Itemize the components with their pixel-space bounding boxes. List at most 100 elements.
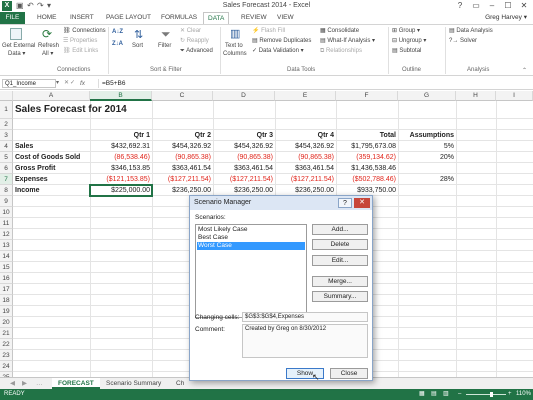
assumption-cell[interactable]: 20% (398, 152, 456, 163)
table-cell[interactable]: (86,538.46) (90, 152, 152, 163)
enter-icon[interactable]: ✓ (70, 78, 75, 89)
normal-view-icon[interactable]: ▦ (419, 389, 425, 400)
subtotal-button[interactable]: ▤ Subtotal (392, 47, 421, 55)
more-sheets-icon[interactable]: … (30, 378, 49, 389)
dialog-close-button[interactable]: ✕ (354, 198, 370, 208)
ribbon-display-icon[interactable]: ▭ (468, 0, 484, 12)
consolidate-button[interactable]: ▦ Consolidate (320, 27, 359, 35)
header-qtr2[interactable]: Qtr 2 (152, 130, 213, 141)
row-header[interactable]: 7 (0, 174, 13, 185)
minimize-icon[interactable]: – (484, 0, 500, 12)
row-label[interactable]: Sales (15, 141, 33, 152)
formula-input[interactable]: =B5+B6 (98, 79, 528, 88)
data-analysis-button[interactable]: ▤ Data Analysis (449, 27, 493, 35)
table-cell[interactable]: $346,153.85 (90, 163, 152, 174)
row-header[interactable]: 20 (0, 317, 13, 328)
collapse-ribbon-icon[interactable]: ⌃ (522, 67, 527, 74)
row-header[interactable]: 15 (0, 262, 13, 273)
summary-button[interactable]: Summary... (312, 291, 368, 302)
zoom-slider-thumb[interactable] (490, 392, 493, 397)
row-header[interactable]: 3 (0, 130, 13, 141)
sheet-tab-scenario-summary[interactable]: Scenario Summary (100, 378, 167, 389)
add-scenario-button[interactable]: Add... (312, 224, 368, 235)
column-header-d[interactable]: D (213, 91, 275, 101)
active-cell-selection[interactable] (89, 184, 153, 197)
assumption-cell[interactable] (398, 185, 456, 196)
column-header-i[interactable]: I (496, 91, 533, 101)
refresh-all-button[interactable]: Refresh (38, 42, 59, 50)
row-header[interactable]: 16 (0, 273, 13, 284)
header-qtr1[interactable]: Qtr 1 (90, 130, 152, 141)
table-cell[interactable]: $454,326.92 (213, 141, 275, 152)
sort-button[interactable]: Sort (132, 42, 143, 50)
scenario-item-most-likely[interactable]: Most Likely Case (197, 226, 305, 234)
remove-duplicates-button[interactable]: ▤ Remove Duplicates (252, 37, 311, 45)
table-cell[interactable]: $1,436,538.46 (336, 163, 398, 174)
table-cell[interactable]: $454,326.92 (275, 141, 336, 152)
tab-view[interactable]: VIEW (273, 12, 298, 24)
column-header-a[interactable]: A (13, 91, 90, 101)
user-account[interactable]: Greg Harvey ▾ (485, 12, 527, 24)
row-label[interactable]: Expenses (15, 174, 48, 185)
column-header-e[interactable]: E (275, 91, 336, 101)
clear-button[interactable]: ✕ Clear (180, 27, 201, 35)
row-header[interactable]: 17 (0, 284, 13, 295)
row-label[interactable]: Income (15, 185, 40, 196)
page-break-view-icon[interactable]: ▥ (443, 389, 449, 400)
header-qtr3[interactable]: Qtr 3 (213, 130, 275, 141)
column-header-f[interactable]: F (336, 91, 398, 101)
edit-links-button[interactable]: ⛓ Edit Links (63, 47, 98, 55)
close-button[interactable]: Close (330, 368, 368, 379)
table-cell[interactable]: $363,461.54 (275, 163, 336, 174)
column-header-g[interactable]: G (398, 91, 456, 101)
dialog-help-button[interactable]: ? (338, 198, 352, 208)
row-header[interactable]: 18 (0, 295, 13, 306)
row-header[interactable]: 6 (0, 163, 13, 174)
table-cell[interactable]: (359,134.62) (336, 152, 398, 163)
header-qtr4[interactable]: Qtr 4 (275, 130, 336, 141)
scenarios-list[interactable]: Most Likely Case Best Case Worst Case (195, 224, 307, 318)
row-header[interactable]: 13 (0, 240, 13, 251)
name-box-dropdown-icon[interactable]: ▾ (56, 78, 59, 89)
table-cell[interactable]: $363,461.54 (213, 163, 275, 174)
zoom-slider[interactable] (466, 394, 506, 395)
flash-fill-button[interactable]: ⚡ Flash Fill (252, 27, 285, 35)
tab-insert[interactable]: INSERT (66, 12, 98, 24)
header-assumptions[interactable]: Assumptions (398, 130, 456, 141)
group-button[interactable]: ⊞ Group ▾ (392, 27, 420, 35)
scenario-item-worst-case[interactable]: Worst Case (197, 242, 305, 250)
assumption-cell[interactable] (398, 163, 456, 174)
row-label[interactable]: Cost of Goods Sold (15, 152, 80, 163)
table-cell[interactable]: (90,865.38) (213, 152, 275, 163)
solver-button[interactable]: ?→ Solver (449, 37, 477, 45)
row-header[interactable]: 5 (0, 152, 13, 163)
what-if-analysis-button[interactable]: ▤ What-If Analysis ▾ (320, 37, 375, 45)
get-external-data-label2[interactable]: Data ▾ (8, 50, 25, 58)
sort-za-button[interactable]: Z↓A (112, 40, 123, 48)
text-to-columns-label2[interactable]: Columns (223, 50, 247, 58)
table-cell[interactable]: $432,692.31 (90, 141, 152, 152)
text-to-columns-button[interactable]: Text to (225, 42, 243, 50)
sheet-title[interactable]: Sales Forecast for 2014 (15, 101, 127, 119)
column-header-h[interactable]: H (456, 91, 496, 101)
zoom-in-icon[interactable]: + (508, 389, 512, 400)
row-header[interactable]: 22 (0, 339, 13, 350)
tab-review[interactable]: REVIEW (237, 12, 271, 24)
maximize-icon[interactable]: ☐ (500, 0, 516, 12)
zoom-level[interactable]: 110% (516, 389, 531, 400)
sheet-tab-forecast[interactable]: FORECAST (52, 378, 100, 389)
table-cell[interactable]: $363,461.54 (152, 163, 213, 174)
help-icon[interactable]: ? (452, 0, 468, 12)
row-header[interactable]: 19 (0, 306, 13, 317)
tab-file[interactable]: FILE (0, 12, 25, 24)
table-cell[interactable]: ($127,211.54) (152, 174, 213, 185)
row-header[interactable]: 21 (0, 328, 13, 339)
row-header[interactable]: 1 (0, 101, 13, 119)
refresh-all-label2[interactable]: All ▾ (42, 50, 53, 58)
column-header-b[interactable]: B (90, 91, 152, 101)
row-header[interactable]: 11 (0, 218, 13, 229)
row-header[interactable]: 23 (0, 350, 13, 361)
filter-button[interactable]: Filter (158, 42, 171, 50)
table-cell[interactable]: (90,865.38) (152, 152, 213, 163)
column-header-c[interactable]: C (152, 91, 213, 101)
